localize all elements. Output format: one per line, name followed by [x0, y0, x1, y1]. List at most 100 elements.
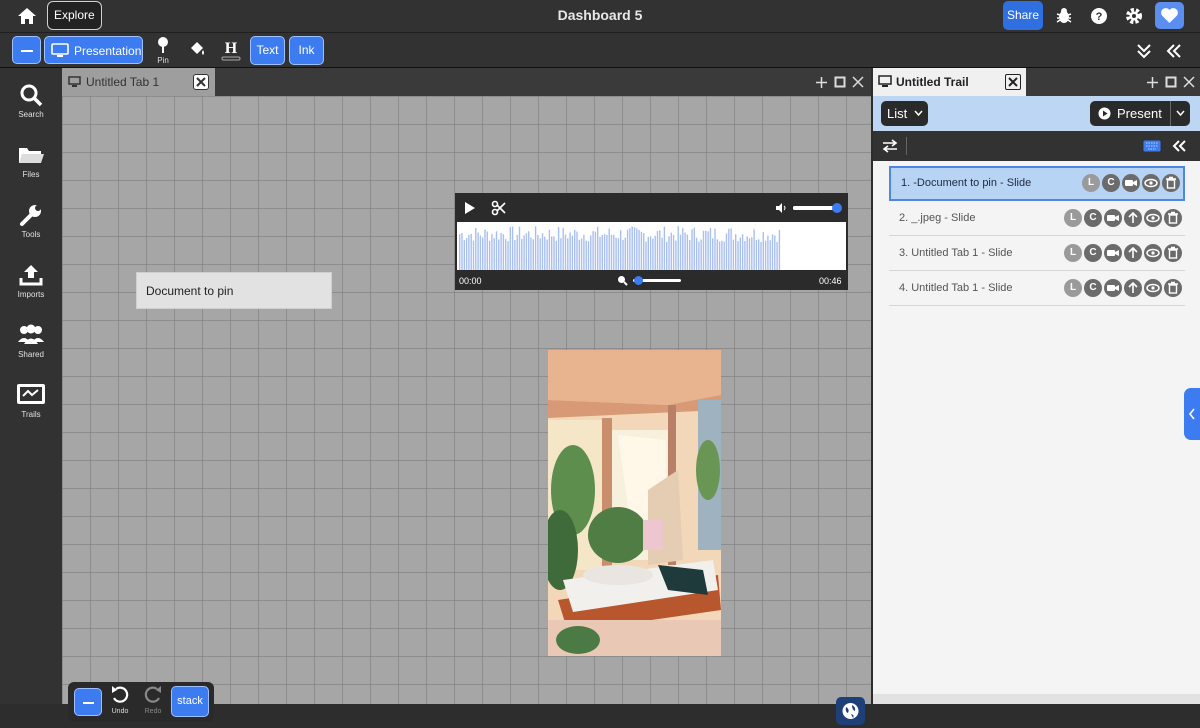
keyboard-icon[interactable]: [1143, 140, 1161, 152]
add-tab-icon[interactable]: [1146, 76, 1159, 89]
gear-icon[interactable]: [1124, 6, 1144, 26]
eye-icon[interactable]: [1144, 244, 1162, 262]
tab-untitled-tab-1[interactable]: Untitled Tab 1: [62, 68, 215, 96]
sidebar-item-tools[interactable]: Tools: [0, 202, 62, 252]
help-icon[interactable]: ?: [1089, 6, 1109, 26]
waveform-bar: [608, 228, 610, 270]
favorite-button[interactable]: [1155, 2, 1184, 29]
eye-icon[interactable]: [1142, 174, 1160, 192]
waveform-bar: [677, 226, 679, 270]
tab-untitled-trail[interactable]: Untitled Trail: [873, 68, 1026, 96]
scissors-icon[interactable]: [491, 200, 507, 216]
layout-badge[interactable]: L: [1082, 174, 1100, 192]
zoom-knob[interactable]: [633, 276, 643, 285]
waveform[interactable]: [457, 222, 846, 270]
close-trail-tab-button[interactable]: [1005, 74, 1021, 90]
arrow-up-icon[interactable]: [1124, 279, 1142, 297]
list-item[interactable]: 2. _.jpeg - Slide LC: [889, 201, 1185, 236]
waveform-graphic: [459, 226, 781, 270]
view-mode-dropdown[interactable]: List: [881, 101, 928, 126]
redo-button[interactable]: Redo: [139, 684, 167, 718]
stack-button[interactable]: stack: [171, 686, 209, 717]
maximize-icon[interactable]: [1165, 76, 1177, 88]
add-tab-icon[interactable]: [815, 76, 828, 89]
audio-player[interactable]: 00:00 00:46: [455, 193, 848, 290]
fill-color-button[interactable]: [184, 39, 210, 67]
close-pane-icon[interactable]: [852, 76, 864, 88]
text-tool-button[interactable]: Text: [250, 36, 285, 65]
present-button[interactable]: Present: [1090, 101, 1190, 126]
waveform-bar: [652, 238, 654, 270]
ink-tool-button[interactable]: Ink: [289, 36, 324, 65]
eye-icon[interactable]: [1144, 209, 1162, 227]
collection-badge[interactable]: C: [1102, 174, 1120, 192]
presentation-button[interactable]: Presentation: [44, 36, 143, 64]
trash-icon[interactable]: [1164, 209, 1182, 227]
folder-icon: [19, 148, 44, 163]
waveform-bar: [541, 233, 544, 270]
title-bar: Explore Dashboard 5 Share ?: [0, 0, 1200, 33]
video-camera-icon[interactable]: [1122, 174, 1140, 192]
layout-badge[interactable]: L: [1064, 279, 1082, 297]
chevron-down-icon[interactable]: [1176, 110, 1185, 117]
trash-icon[interactable]: [1162, 174, 1180, 192]
undo-button[interactable]: Undo: [106, 684, 134, 718]
home-button[interactable]: [13, 5, 41, 27]
layout-badge[interactable]: L: [1064, 244, 1082, 262]
close-tab-button[interactable]: [193, 74, 209, 90]
swap-icon[interactable]: [882, 139, 898, 153]
sidebar-item-files[interactable]: Files: [0, 142, 62, 192]
video-camera-icon[interactable]: [1104, 244, 1122, 262]
pin-button[interactable]: Pin: [150, 36, 176, 65]
expand-panel-handle[interactable]: [1184, 388, 1200, 440]
waveform-bar: [477, 232, 479, 270]
waveform-bar: [617, 238, 620, 270]
collection-badge[interactable]: C: [1084, 244, 1102, 262]
expand-toolbar-icon[interactable]: [1134, 41, 1154, 61]
freeform-canvas[interactable]: Document to pin 00:00 00:46 Undo Redo st…: [62, 96, 871, 725]
list-item[interactable]: 1. -Document to pin - Slide LC: [889, 166, 1185, 201]
arrow-up-icon[interactable]: [1124, 244, 1142, 262]
waveform-bar: [613, 234, 615, 270]
sidebar-item-imports[interactable]: Imports: [0, 262, 62, 312]
explore-button[interactable]: Explore: [47, 1, 102, 30]
list-item[interactable]: 4. Untitled Tab 1 - Slide LC: [889, 271, 1185, 306]
globe-button[interactable]: [836, 697, 865, 725]
eye-icon[interactable]: [1144, 279, 1162, 297]
share-button[interactable]: Share: [1003, 1, 1043, 30]
list-item[interactable]: 3. Untitled Tab 1 - Slide LC: [889, 236, 1185, 271]
bug-icon[interactable]: [1054, 6, 1074, 26]
maximize-icon[interactable]: [834, 76, 846, 88]
sidebar-item-search[interactable]: Search: [0, 82, 62, 132]
heading-button[interactable]: H: [218, 38, 244, 66]
waveform-bar: [631, 226, 633, 270]
zoom-slider[interactable]: [633, 276, 681, 285]
arrow-up-icon[interactable]: [1124, 209, 1142, 227]
text-note[interactable]: Document to pin: [136, 272, 332, 309]
play-icon[interactable]: [464, 201, 476, 215]
collection-badge[interactable]: C: [1084, 209, 1102, 227]
sidebar-item-shared[interactable]: Shared: [0, 322, 62, 372]
close-pane-icon[interactable]: [1183, 76, 1195, 88]
collapse-panel-icon[interactable]: [1164, 41, 1184, 61]
video-camera-icon[interactable]: [1104, 279, 1122, 297]
volume-icon[interactable]: [775, 202, 787, 214]
layout-badge[interactable]: L: [1064, 209, 1082, 227]
collapse-bottom-toolbar-button[interactable]: [74, 688, 102, 716]
waveform-bar: [723, 241, 725, 270]
collapse-trail-icon[interactable]: [1171, 139, 1187, 153]
volume-knob[interactable]: [832, 203, 843, 213]
sidebar-item-trails[interactable]: Trails: [0, 382, 62, 432]
slide-actions: LC: [1080, 174, 1180, 194]
volume-slider[interactable]: [793, 203, 843, 213]
trail-controls: List Present: [873, 96, 1200, 131]
trash-icon[interactable]: [1164, 279, 1182, 297]
video-camera-icon[interactable]: [1104, 209, 1122, 227]
bedroom-image[interactable]: [548, 350, 721, 656]
trash-icon[interactable]: [1164, 244, 1182, 262]
waveform-bar: [771, 234, 774, 270]
collapse-toolbar-button[interactable]: [12, 36, 41, 64]
collection-badge[interactable]: C: [1084, 279, 1102, 297]
waveform-bar: [700, 239, 702, 270]
sidebar-item-label: Shared: [18, 350, 44, 359]
